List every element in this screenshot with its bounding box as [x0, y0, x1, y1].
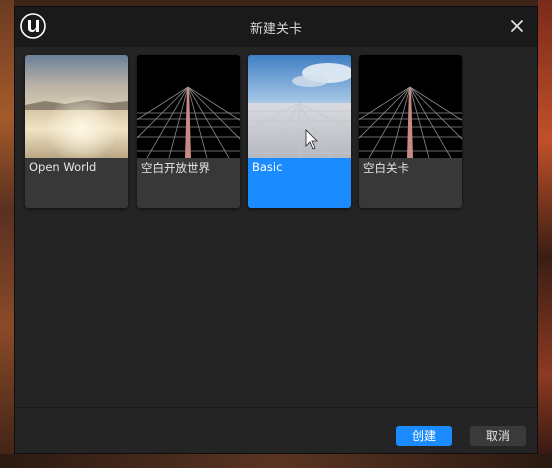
template-label: 空白关卡 [363, 161, 409, 175]
template-basic[interactable]: Basic [248, 55, 351, 208]
new-level-dialog: 新建关卡 Open World 空白开放世界 Basic 空白关卡 创建 取消 [14, 6, 538, 454]
template-empty-level[interactable]: 空白关卡 [359, 55, 462, 208]
template-label: Basic [252, 160, 283, 174]
open-world-thumbnail [25, 55, 128, 158]
close-icon[interactable] [507, 16, 527, 36]
dialog-titlebar[interactable]: 新建关卡 [15, 7, 537, 47]
template-label: 空白开放世界 [141, 161, 210, 175]
grid-thumbnail [137, 55, 240, 158]
template-label: Open World [29, 160, 97, 174]
footer-divider [15, 407, 537, 408]
grid-thumbnail [359, 55, 462, 158]
background-app-left [0, 0, 14, 468]
background-app-right [538, 0, 552, 468]
template-empty-open-world[interactable]: 空白开放世界 [137, 55, 240, 208]
cancel-button[interactable]: 取消 [470, 426, 526, 446]
create-button[interactable]: 创建 [396, 426, 452, 446]
background-app-bottom [0, 454, 552, 468]
dialog-title: 新建关卡 [249, 22, 302, 37]
basic-thumbnail [248, 55, 351, 158]
template-open-world[interactable]: Open World [25, 55, 128, 208]
